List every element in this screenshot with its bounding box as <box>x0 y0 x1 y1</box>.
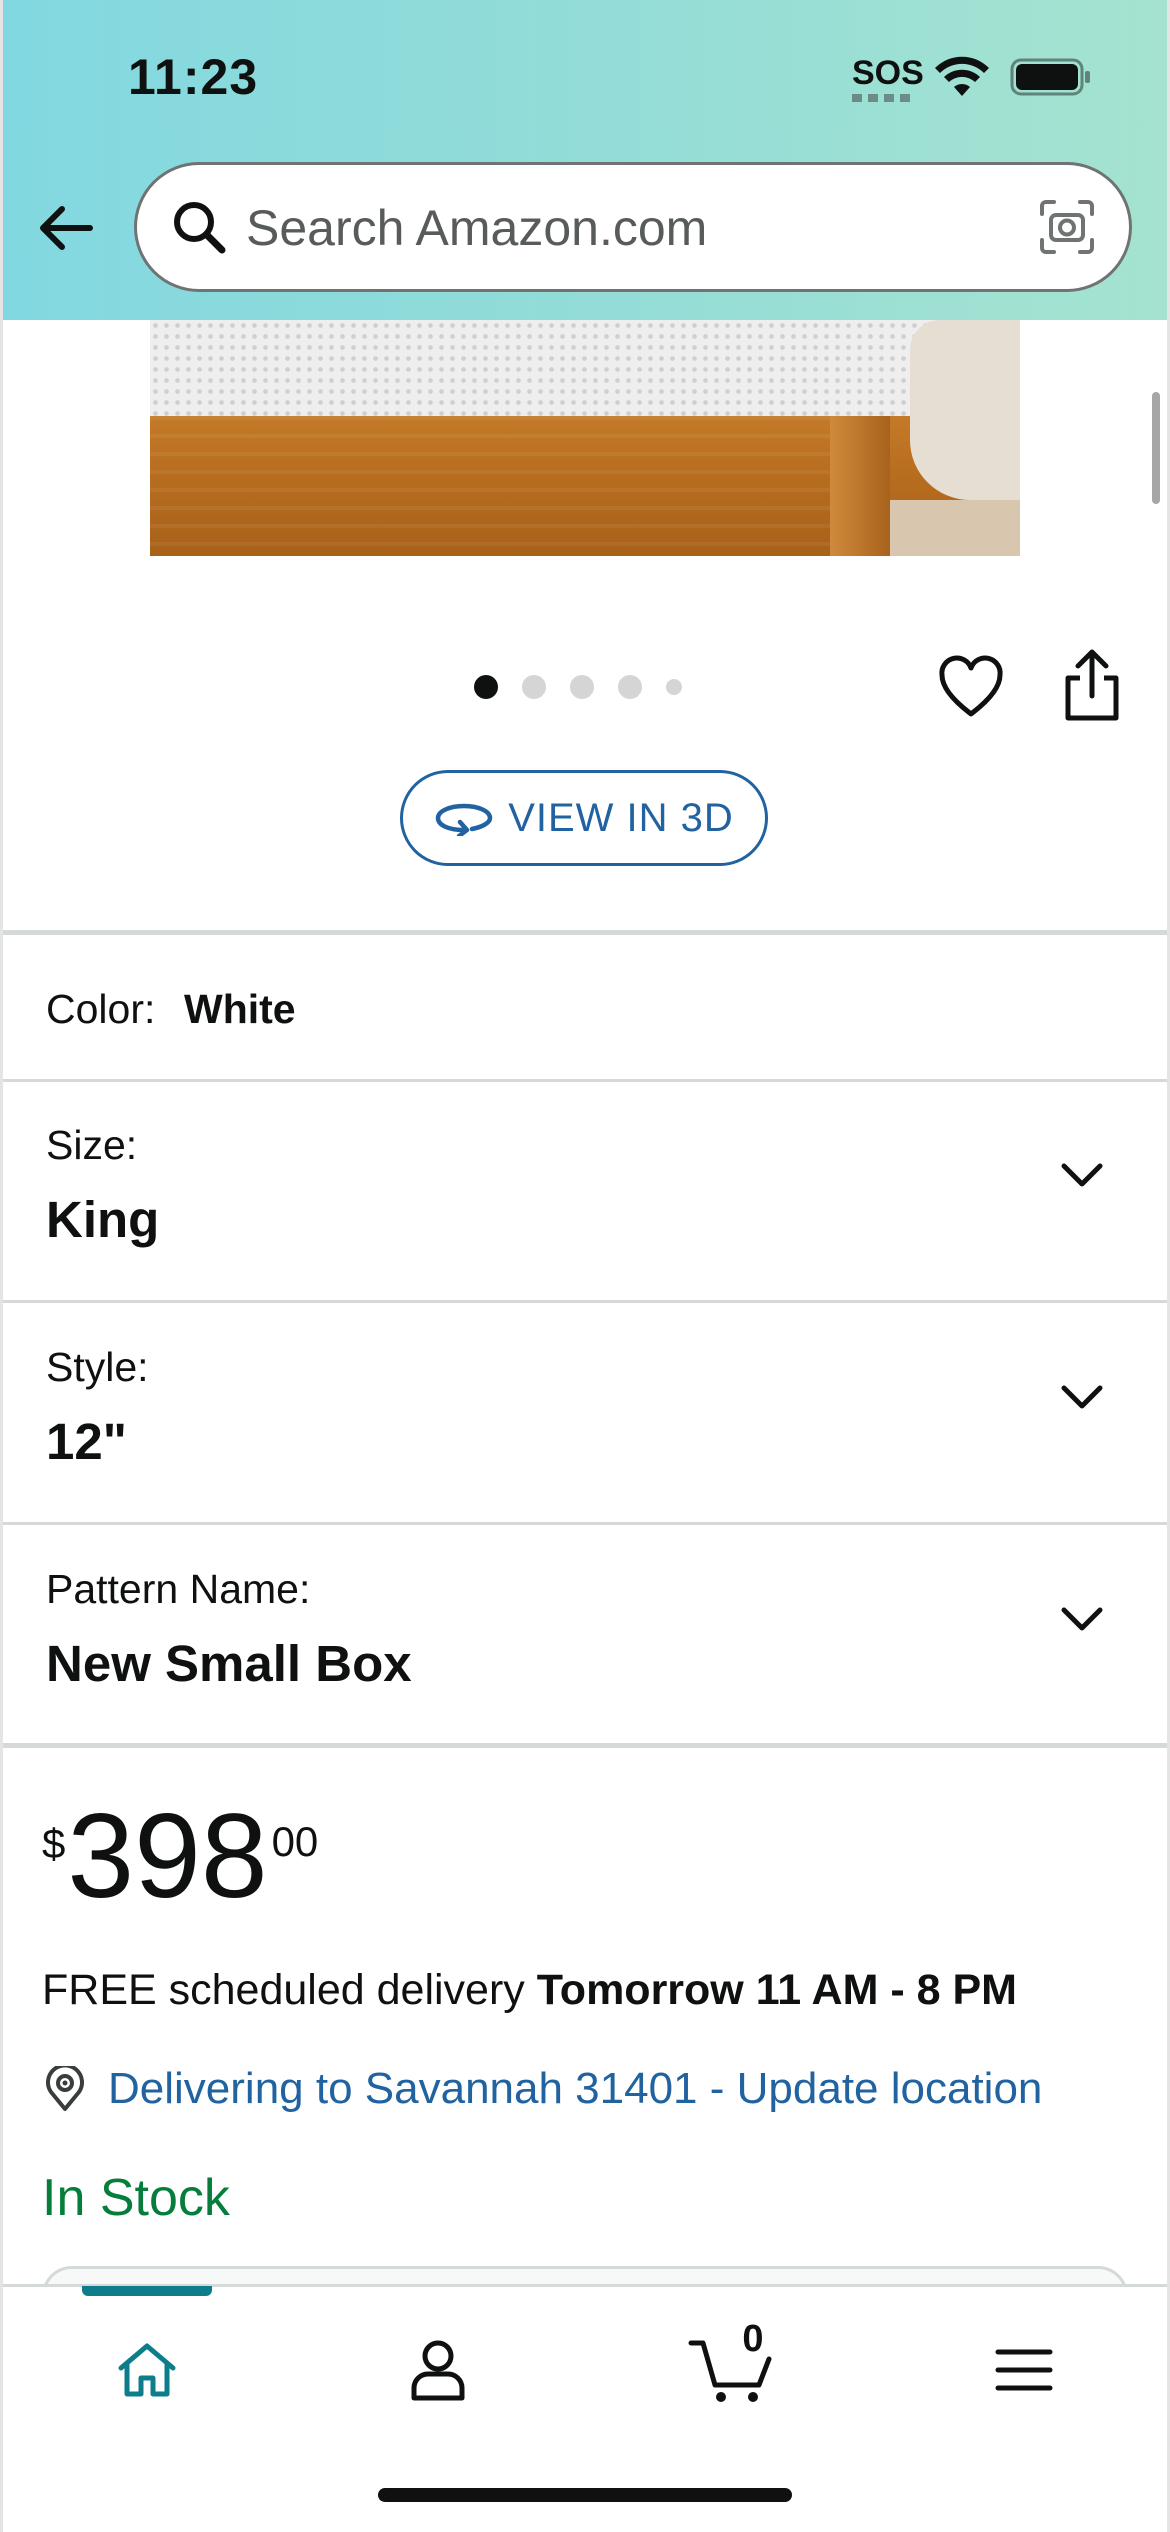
view-in-3d-button[interactable]: VIEW IN 3D <box>400 770 768 866</box>
nav-home[interactable] <box>97 2320 197 2420</box>
active-tab-indicator <box>82 2286 212 2296</box>
signal-dots <box>852 94 912 102</box>
sos-indicator: SOS <box>852 54 924 92</box>
location-pin-icon <box>46 2066 84 2111</box>
share-icon[interactable] <box>1060 648 1124 722</box>
chevron-down-icon[interactable] <box>1058 1382 1106 1412</box>
color-selector[interactable] <box>0 935 1170 1079</box>
search-icon <box>174 202 226 254</box>
back-arrow-icon[interactable] <box>34 196 98 260</box>
account-icon <box>411 2340 465 2401</box>
style-label: Style: <box>46 1344 149 1390</box>
color-label: Color: <box>46 986 156 1032</box>
view-in-3d-label: VIEW IN 3D <box>508 795 734 840</box>
price-whole: 398 <box>67 1789 268 1923</box>
nav-menu[interactable] <box>974 2320 1074 2420</box>
stock-status: In Stock <box>42 2169 230 2227</box>
vase-graphic <box>910 320 1020 500</box>
delivery-window: Tomorrow 11 AM - 8 PM <box>536 1966 1017 2014</box>
chevron-down-icon[interactable] <box>1058 1604 1106 1634</box>
top-header: 11:23 SOS <box>0 0 1170 320</box>
product-image[interactable] <box>150 320 1020 556</box>
cart-count-badge: 0 <box>742 2318 764 2360</box>
style-value: 12" <box>46 1413 127 1470</box>
nav-account[interactable] <box>388 2320 488 2420</box>
home-indicator[interactable] <box>378 2488 792 2502</box>
rotate-3d-icon <box>435 803 493 836</box>
mattress-graphic <box>150 320 1020 416</box>
carousel-dot[interactable] <box>522 675 546 699</box>
carousel-dot[interactable] <box>618 675 642 699</box>
section-divider <box>0 1743 1170 1748</box>
search-input[interactable] <box>246 190 1006 266</box>
carousel-dot[interactable] <box>570 675 594 699</box>
price-fraction: 00 <box>271 1818 319 1865</box>
style-selector[interactable] <box>0 1303 1170 1523</box>
heart-icon[interactable] <box>936 654 1006 720</box>
price-currency: $ <box>42 1820 66 1867</box>
delivery-info: FREE scheduled delivery Tomorrow 11 AM -… <box>42 1966 1017 2015</box>
battery-icon <box>1010 58 1090 96</box>
status-time: 11:23 <box>128 49 259 105</box>
size-label: Size: <box>46 1122 138 1168</box>
camera-scan-icon[interactable] <box>1036 196 1098 258</box>
home-icon <box>118 2343 176 2397</box>
carousel-dot[interactable] <box>474 675 498 699</box>
menu-icon <box>995 2349 1053 2391</box>
image-carousel-dots[interactable] <box>474 672 706 702</box>
delivery-prefix: FREE scheduled delivery <box>42 1966 537 2014</box>
chevron-down-icon[interactable] <box>1058 1160 1106 1190</box>
pattern-value: New Small Box <box>46 1635 412 1692</box>
size-selector[interactable] <box>0 1082 1170 1300</box>
carousel-dot[interactable] <box>666 679 682 695</box>
pattern-label: Pattern Name: <box>46 1566 311 1612</box>
update-location-link[interactable]: Delivering to Savannah 31401 - Update lo… <box>108 2064 1042 2114</box>
wifi-icon <box>935 56 989 96</box>
size-value: King <box>46 1191 160 1248</box>
price: $ 398 00 <box>42 1796 318 1916</box>
color-value: White <box>184 986 296 1032</box>
scrollbar[interactable] <box>1152 392 1160 504</box>
